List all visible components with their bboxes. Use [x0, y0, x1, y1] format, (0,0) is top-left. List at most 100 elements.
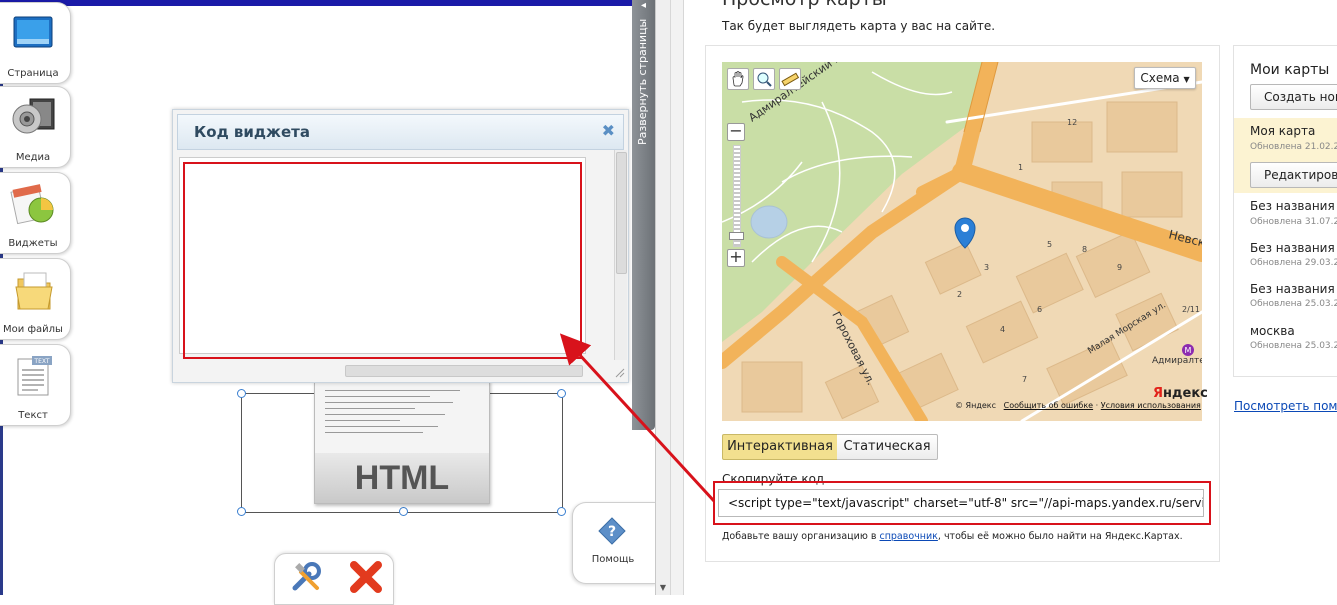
page-title: Просмотр карты — [722, 0, 887, 10]
map-item-name[interactable]: Моя карта — [1250, 124, 1315, 138]
house-number: 5 — [1047, 240, 1052, 249]
tool-media-label: Медиа — [15, 152, 51, 163]
house-number: 12 — [1067, 118, 1077, 127]
svg-text:?: ? — [608, 524, 616, 540]
page-subtitle: Так будет выглядеть карта у вас на сайте… — [722, 19, 996, 33]
my-maps-title: Мои карты — [1250, 62, 1330, 78]
html-block-preview[interactable]: HTML — [314, 380, 490, 504]
editor-top-bar — [0, 0, 655, 6]
map-item-name[interactable]: Без названия — [1250, 199, 1335, 213]
map-canvas[interactable]: Адмиралтейский пр. Невск Гороховая ул. М… — [722, 62, 1202, 421]
resize-handle[interactable] — [399, 507, 408, 516]
directory-link[interactable]: справочник — [879, 531, 937, 542]
scroll-down-icon[interactable]: ▼ — [656, 583, 670, 595]
map-type-dropdown[interactable]: Схема ▼ — [1134, 67, 1196, 89]
map-copyright: © Яндекс Сообщить об ошибке · Условия ис… — [955, 401, 1201, 410]
dialog-vertical-scrollbar[interactable] — [614, 150, 627, 360]
tab-interactive[interactable]: Интерактивная — [722, 434, 838, 460]
editor-vertical-scrollbar[interactable]: ▼ — [655, 0, 670, 595]
yandex-logo-letter: Я — [1153, 386, 1164, 401]
my-files-icon — [15, 272, 53, 310]
text-icon: TEXT — [17, 356, 52, 396]
chevron-down-icon: ▼ — [1183, 75, 1190, 84]
house-number: 9 — [1117, 263, 1122, 272]
map-item-name[interactable]: Без названия — [1250, 282, 1335, 296]
code-lines-illustration — [325, 385, 475, 449]
annotation-red-box-textarea — [183, 162, 582, 359]
map-item-name[interactable]: москва — [1250, 324, 1295, 338]
page-icon — [13, 16, 53, 48]
help-icon: ? — [598, 517, 626, 545]
view-all-link[interactable]: Посмотреть помо — [1234, 399, 1337, 413]
map-item-updated: Обновлена 25.03.20 — [1250, 341, 1337, 351]
tool-text-label: Текст — [18, 410, 48, 421]
resize-handle[interactable] — [557, 507, 566, 516]
tool-widgets[interactable]: Виджеты — [0, 172, 71, 254]
map-item-updated: Обновлена 29.03.20 — [1250, 258, 1337, 268]
tool-widgets-label: Виджеты — [8, 238, 58, 249]
house-number: 1 — [1018, 163, 1023, 172]
tool-my-files[interactable]: Мои файлы — [0, 258, 71, 340]
create-new-map-button[interactable]: Создать нов — [1250, 84, 1337, 110]
expand-pages-label: Развернуть страницы — [636, 18, 649, 145]
delete-icon[interactable] — [349, 560, 383, 594]
map-view[interactable]: Адмиралтейский пр. Невск Гороховая ул. М… — [722, 62, 1202, 421]
tool-text[interactable]: TEXT Текст — [0, 344, 71, 426]
map-magnifier-tool[interactable] — [753, 68, 775, 90]
house-number: 6 — [1037, 305, 1042, 314]
map-type-label: Схема — [1140, 71, 1180, 85]
map-ruler-tool[interactable] — [779, 68, 801, 90]
annotation-red-box-code — [713, 481, 1211, 525]
hand-icon — [732, 71, 744, 87]
edit-map-button[interactable]: Редактирова — [1250, 162, 1337, 188]
svg-text:TEXT: TEXT — [33, 358, 49, 365]
resize-handle[interactable] — [237, 507, 246, 516]
house-number: 2 — [957, 290, 962, 299]
map-item-name[interactable]: Без названия — [1250, 241, 1335, 255]
house-number: 7 — [1022, 375, 1027, 384]
yandex-logo-rest: ндекс — [1163, 386, 1208, 401]
pane-separator[interactable] — [670, 0, 684, 595]
tool-my-files-label: Мои файлы — [3, 324, 63, 335]
svg-text:M: M — [1185, 346, 1192, 355]
dialog-header: Код виджета ✖ — [177, 114, 624, 150]
house-number: 3 — [984, 263, 989, 272]
add-organization-note: Добавьте вашу организацию в справочник, … — [722, 531, 1183, 542]
widget-code-dialog: Код виджета ✖ — [172, 109, 629, 383]
tool-media[interactable]: Медиа — [0, 86, 71, 168]
zoom-out-button[interactable]: − — [727, 123, 745, 141]
settings-tools-icon[interactable] — [289, 560, 323, 594]
help-button[interactable]: ? Помощь — [572, 502, 657, 584]
add-org-text-end: , чтобы её можно было найти на Яндекс.Ка… — [937, 531, 1183, 542]
map-hand-tool[interactable] — [727, 68, 749, 90]
magnifier-icon — [757, 72, 772, 87]
house-number: 4 — [1000, 325, 1005, 334]
help-label: Помощь — [591, 554, 635, 565]
yandex-logo: Яндекс — [1153, 386, 1208, 401]
resize-handle[interactable] — [557, 389, 566, 398]
terms-link[interactable]: Условия использования — [1101, 401, 1201, 410]
tool-page[interactable]: Страница — [0, 2, 71, 84]
dialog-horizontal-scrollbar[interactable] — [345, 365, 583, 377]
add-org-text: Добавьте вашу организацию в — [722, 531, 880, 542]
tab-static[interactable]: Статическая — [837, 434, 938, 460]
ruler-icon — [781, 72, 800, 87]
expand-pages-strip[interactable]: ◂ Развернуть страницы — [632, 0, 655, 430]
map-item-updated: Обновлена 25.03.20 — [1250, 299, 1337, 309]
widgets-icon — [10, 184, 54, 225]
collapse-arrow-icon: ◂ — [640, 0, 647, 11]
scroll-thumb[interactable] — [616, 152, 627, 274]
resize-handle[interactable] — [237, 389, 246, 398]
house-number: 8 — [1082, 245, 1087, 254]
resize-grip-icon[interactable] — [613, 366, 625, 378]
map-item-updated: Обновлена 21.02.20 — [1250, 142, 1337, 152]
dialog-title: Код виджета — [194, 123, 310, 141]
html-label: HTML — [354, 459, 450, 497]
block-toolbar — [274, 553, 394, 605]
map-item-updated: Обновлена 31.07.20 — [1250, 217, 1337, 227]
report-error-link[interactable]: Сообщить об ошибке — [1004, 401, 1093, 410]
zoom-slider-thumb[interactable] — [729, 232, 744, 240]
zoom-in-button[interactable]: + — [727, 249, 745, 267]
close-icon[interactable]: ✖ — [602, 121, 615, 140]
site-editor: Страница Медиа Виджеты Мои файлы TEXT Те… — [0, 0, 657, 605]
